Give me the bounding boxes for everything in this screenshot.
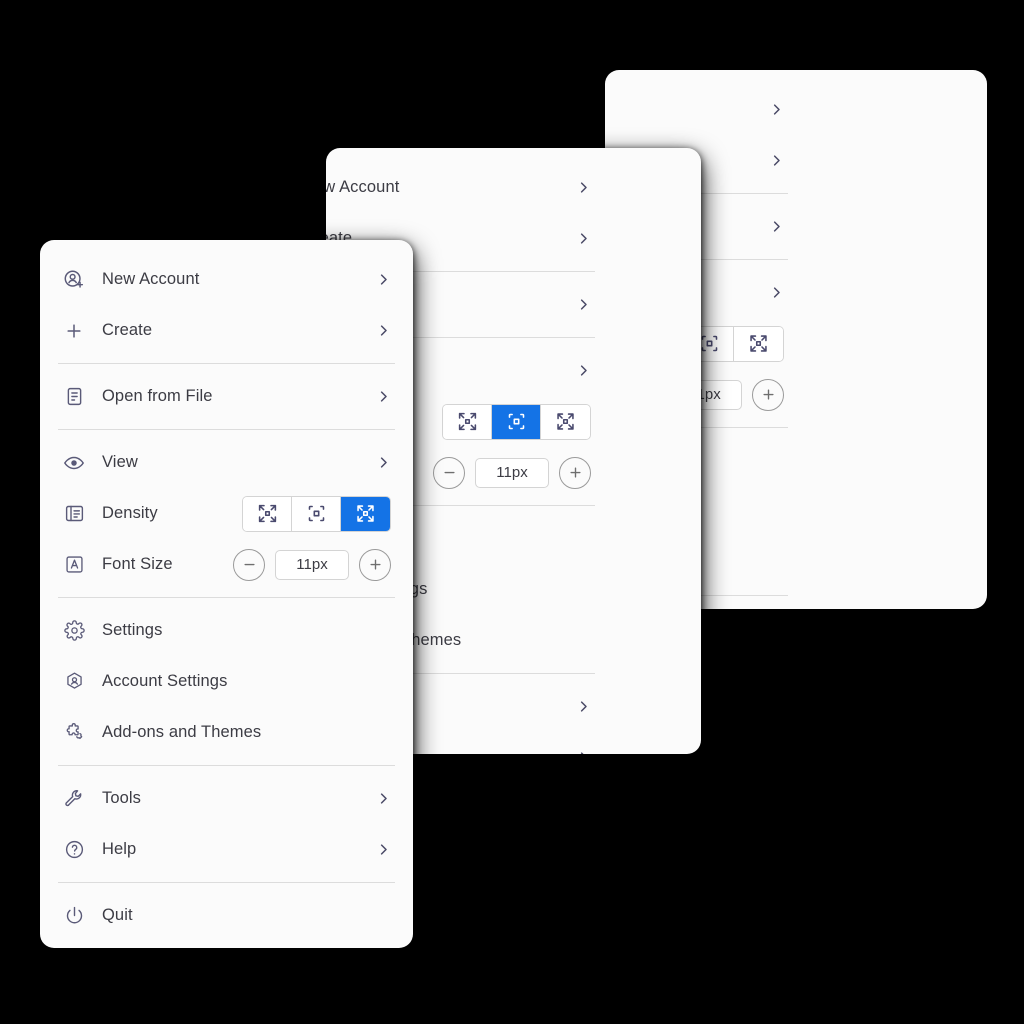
menu-item-new-account[interactable]: New Account xyxy=(605,84,806,135)
menu-item-density[interactable]: Density xyxy=(40,488,413,539)
density-option-compact[interactable] xyxy=(443,404,492,439)
menu-item-label: Add-ons and Themes xyxy=(102,723,262,741)
menu-item-label: Account Settings xyxy=(102,672,228,690)
chevron-right-icon xyxy=(576,180,591,195)
density-list-icon xyxy=(62,502,86,526)
power-icon xyxy=(62,904,86,928)
chevron-right-icon xyxy=(769,219,784,234)
screenshot-stage: New Account Create Open from F xyxy=(0,0,1024,1024)
menu-divider xyxy=(58,765,395,766)
menu-item-label: New Account xyxy=(326,178,400,196)
menu-item-label: New Account xyxy=(605,100,761,119)
menu-item-label: Settings xyxy=(102,621,163,639)
font-size-decrement-button[interactable] xyxy=(233,548,265,581)
density-option-cozy[interactable] xyxy=(492,404,541,439)
chevron-right-icon xyxy=(576,363,591,378)
font-size-increment-button[interactable] xyxy=(359,548,391,581)
menu-item-label: New Account xyxy=(102,270,200,288)
menu-item-new-account[interactable]: New Account xyxy=(40,254,413,305)
font-size-stepper[interactable]: 11px xyxy=(233,548,391,581)
menu-item-label: Quit xyxy=(102,906,133,924)
font-size-value[interactable]: 11px xyxy=(275,549,349,580)
chevron-right-icon xyxy=(769,153,784,168)
menu-item-account-settings[interactable]: Account Settings xyxy=(40,656,413,707)
menu-item-create[interactable]: Create xyxy=(40,305,413,356)
menu-content-front: New Account Create Open from File View D… xyxy=(40,240,413,948)
question-circle-icon xyxy=(62,838,86,862)
font-size-increment-button[interactable] xyxy=(559,456,591,489)
menu-item-quit[interactable]: Quit xyxy=(40,890,413,941)
menu-item-new-account[interactable]: New Account xyxy=(326,162,613,213)
chevron-right-icon xyxy=(769,102,784,117)
chevron-right-icon xyxy=(376,455,391,470)
density-option-comfortable[interactable] xyxy=(734,326,783,361)
font-size-icon xyxy=(62,553,86,577)
eye-icon xyxy=(62,451,86,475)
font-size-increment-button[interactable] xyxy=(752,378,784,411)
chevron-right-icon xyxy=(576,699,591,714)
chevron-right-icon xyxy=(576,231,591,246)
density-option-cozy[interactable] xyxy=(292,496,341,531)
menu-divider xyxy=(58,597,395,598)
gear-icon xyxy=(62,619,86,643)
chevron-right-icon xyxy=(376,791,391,806)
density-option-comfortable[interactable] xyxy=(341,496,390,531)
density-segmented-control[interactable] xyxy=(442,403,591,440)
wrench-icon xyxy=(62,787,86,811)
font-size-decrement-button[interactable] xyxy=(433,456,465,489)
menu-item-tools[interactable]: Tools xyxy=(40,773,413,824)
menu-item-addons-and-themes[interactable]: Add-ons and Themes xyxy=(40,707,413,758)
menu-item-label: Help xyxy=(102,840,137,858)
chevron-right-icon xyxy=(769,285,784,300)
font-size-stepper[interactable]: 11px xyxy=(433,456,591,489)
menu-item-open-from-file[interactable]: Open from File xyxy=(40,371,413,422)
menu-item-view[interactable]: View xyxy=(40,437,413,488)
menu-item-label: Create xyxy=(102,321,153,339)
density-segmented-control[interactable] xyxy=(242,495,391,532)
chevron-right-icon xyxy=(376,842,391,857)
menu-item-label: Font Size xyxy=(102,555,173,573)
chevron-right-icon xyxy=(576,297,591,312)
account-badge-icon xyxy=(62,670,86,694)
chevron-right-icon xyxy=(376,323,391,338)
menu-item-label: View xyxy=(102,453,138,471)
menu-item-help[interactable]: Help xyxy=(40,824,413,875)
density-option-comfortable[interactable] xyxy=(541,404,590,439)
menu-item-font-size[interactable]: Font Size 11px xyxy=(40,539,413,590)
chevron-right-icon xyxy=(576,750,591,754)
chevron-right-icon xyxy=(376,272,391,287)
plus-icon xyxy=(62,319,86,343)
menu-divider xyxy=(58,429,395,430)
menu-panel-front[interactable]: New Account Create Open from File View D… xyxy=(40,240,413,948)
menu-item-settings[interactable]: Settings xyxy=(40,605,413,656)
font-size-value[interactable]: 11px xyxy=(475,457,549,488)
puzzle-icon xyxy=(62,721,86,745)
menu-item-label: Tools xyxy=(102,789,142,807)
menu-item-label: Density xyxy=(102,504,158,522)
density-option-compact[interactable] xyxy=(243,496,292,531)
document-icon xyxy=(62,385,86,409)
menu-divider xyxy=(58,882,395,883)
menu-divider xyxy=(58,363,395,364)
new-account-icon xyxy=(62,268,86,292)
chevron-right-icon xyxy=(376,389,391,404)
menu-item-label: Open from File xyxy=(102,387,213,405)
